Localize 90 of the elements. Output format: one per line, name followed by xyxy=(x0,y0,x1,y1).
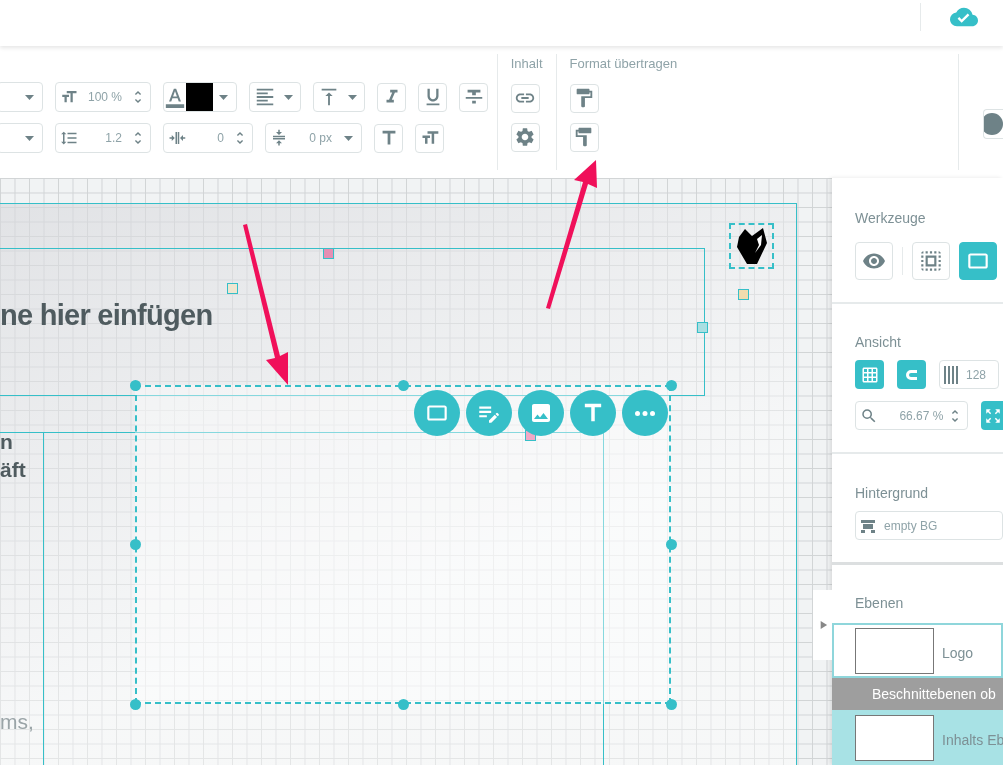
settings-button[interactable] xyxy=(510,122,540,152)
layer-item[interactable]: Inhalts Eb xyxy=(832,710,1003,765)
letter-spacing-icon xyxy=(168,129,186,147)
indent-field[interactable]: 0 px xyxy=(265,123,362,153)
canvas-text: n xyxy=(0,431,13,452)
design-canvas[interactable]: ne hier einfügen n äft ms, xyxy=(0,178,832,765)
resize-handle[interactable] xyxy=(398,699,409,710)
background-icon xyxy=(860,517,876,534)
canvas-text: ne hier einfügen xyxy=(0,301,213,330)
section-title: Hintergrund xyxy=(855,485,929,501)
text-color-picker[interactable] xyxy=(163,82,237,112)
canvas-text: ms, xyxy=(0,711,34,732)
round-button[interactable] xyxy=(983,109,1003,139)
strikethrough-button[interactable] xyxy=(459,82,488,112)
columns-icon xyxy=(944,365,958,384)
layer-group-header[interactable]: Beschnittebenen ob xyxy=(832,678,1003,710)
grid-icon xyxy=(860,365,879,384)
section-label: Format übertragen xyxy=(569,55,678,73)
caret-icon xyxy=(25,94,34,100)
indent-icon xyxy=(270,129,288,147)
resize-handle[interactable] xyxy=(398,380,409,391)
caret-icon xyxy=(284,94,293,100)
align-left-icon xyxy=(254,86,276,108)
layer-item[interactable]: Logo xyxy=(832,623,1003,678)
select-frame-icon xyxy=(918,248,944,274)
line-spacing-icon xyxy=(60,129,78,147)
expand-icon xyxy=(984,406,1003,425)
image-icon xyxy=(529,401,553,425)
copy-format-button[interactable] xyxy=(569,83,599,113)
caret-icon xyxy=(219,94,228,100)
letter-spacing-field[interactable]: 0 xyxy=(163,123,253,153)
resize-handle[interactable] xyxy=(130,380,141,391)
align-dropdown[interactable] xyxy=(249,82,301,112)
anchor-marker[interactable] xyxy=(738,289,749,300)
resize-handle[interactable] xyxy=(130,699,141,710)
layer-label: Inhalts Eb xyxy=(942,731,1003,750)
field-value: 0 px xyxy=(308,130,333,147)
canvas-text: äft xyxy=(0,459,26,480)
settings-icon xyxy=(514,126,537,148)
field-value: 1.2 xyxy=(104,130,123,147)
snap-toggle[interactable] xyxy=(897,360,926,389)
italic-button[interactable] xyxy=(377,82,406,112)
grid-toggle[interactable] xyxy=(855,360,884,389)
search-icon xyxy=(860,406,878,425)
field-value: empty BG xyxy=(884,517,938,535)
caret-icon xyxy=(344,135,353,141)
section-title: Werkzeuge xyxy=(855,210,926,226)
image-placeholder[interactable] xyxy=(135,385,671,704)
grid-size-field[interactable]: 128 xyxy=(939,360,999,389)
resize-handle[interactable] xyxy=(666,380,677,391)
section-title: Ansicht xyxy=(855,334,901,350)
field-value: 66.67 % xyxy=(898,407,945,425)
more-icon xyxy=(635,410,655,416)
layer-group-label: Beschnittebenen ob xyxy=(872,684,996,704)
field-value: 128 xyxy=(966,366,987,384)
resize-handle[interactable] xyxy=(130,539,141,550)
fit-button[interactable] xyxy=(981,401,1003,430)
paste-format-button[interactable] xyxy=(569,122,599,152)
image-button[interactable] xyxy=(518,390,564,436)
anchor-marker[interactable] xyxy=(323,248,334,259)
underline-button[interactable] xyxy=(418,82,447,112)
table-button[interactable] xyxy=(466,390,512,436)
color-swatch xyxy=(186,83,213,111)
frame-button[interactable] xyxy=(414,390,460,436)
font-scale-field[interactable]: 100 % xyxy=(55,82,151,112)
font-dropdown[interactable] xyxy=(0,82,43,112)
field-value: 100 % xyxy=(86,89,123,106)
line-height-field[interactable]: 1.2 xyxy=(55,123,151,153)
layer-label: Logo xyxy=(942,644,974,663)
caret-icon xyxy=(25,135,34,141)
caret-icon xyxy=(348,94,357,100)
link-button[interactable] xyxy=(510,83,540,113)
resize-handle[interactable] xyxy=(666,539,677,550)
background-field[interactable]: empty BG xyxy=(855,511,1003,540)
section-label: Inhalt xyxy=(510,55,543,73)
anchor-marker[interactable] xyxy=(697,322,708,333)
text-button[interactable] xyxy=(570,390,616,436)
section-title: Ebenen xyxy=(855,595,904,611)
resize-handle[interactable] xyxy=(666,699,677,710)
logo-frame[interactable] xyxy=(729,223,774,269)
font-style-dropdown[interactable] xyxy=(0,123,43,153)
cat-head-icon xyxy=(734,227,769,265)
field-value: 0 xyxy=(216,130,225,147)
zoom-field[interactable]: 66.67 % xyxy=(855,401,969,430)
collapse-tab[interactable] xyxy=(813,590,832,660)
anchor-marker[interactable] xyxy=(227,283,238,294)
text-color-icon xyxy=(164,86,186,108)
more-button[interactable] xyxy=(622,390,668,436)
tool-button[interactable] xyxy=(959,242,997,280)
vertical-align-dropdown[interactable] xyxy=(313,82,365,112)
